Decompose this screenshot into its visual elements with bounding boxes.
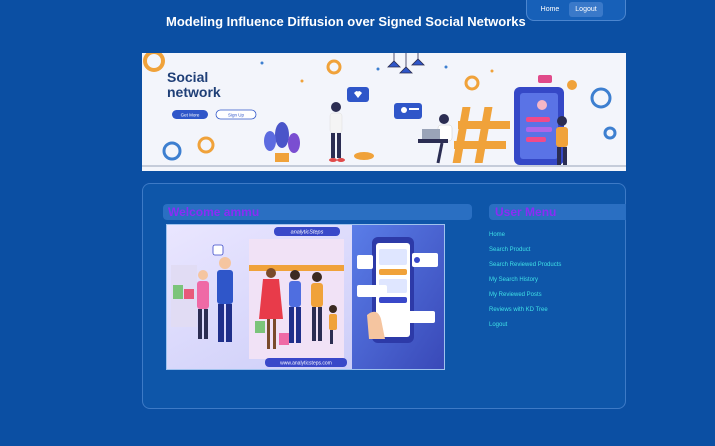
menu-link-logout[interactable]: Logout xyxy=(489,322,507,328)
feature-illustration: analyticSteps www.analyticsteps.com xyxy=(167,225,444,369)
menu-link-my-reviewed-posts[interactable]: My Reviewed Posts xyxy=(489,292,542,298)
chat-bubble-icon xyxy=(538,75,552,83)
welcome-bar: Welcome ammu xyxy=(163,204,472,220)
feature-url-text: www.analyticsteps.com xyxy=(280,361,332,367)
nav-home-link[interactable]: Home xyxy=(533,2,567,17)
feature-image: analyticSteps www.analyticsteps.com xyxy=(166,224,445,370)
rating-card-icon xyxy=(357,285,387,297)
menu-link-search-product[interactable]: Search Product xyxy=(489,247,530,253)
heart-icon xyxy=(347,87,369,102)
menu-item-kd-tree: Reviews with KD Tree xyxy=(489,302,561,317)
top-nav: Home Logout xyxy=(526,0,626,21)
menu-item-search-product: Search Product xyxy=(489,242,561,257)
banner-image: Social network Get More Sign Up xyxy=(142,53,626,171)
menu-item-logout: Logout xyxy=(489,317,561,332)
menu-link-reviews-kd-tree[interactable]: Reviews with KD Tree xyxy=(489,307,548,313)
banner-sign-up: Sign Up xyxy=(228,113,245,118)
user-menu-bar: User Menu xyxy=(489,204,626,220)
phone-illustration xyxy=(514,87,564,165)
nav-logout-link[interactable]: Logout xyxy=(569,2,603,17)
banner-illustration: Social network Get More Sign Up xyxy=(142,53,626,171)
site-title: Modeling Influence Diffusion over Signed… xyxy=(166,14,526,29)
price-tag-icon xyxy=(212,244,224,256)
user-menu-title: User Menu xyxy=(495,205,557,219)
profile-icon xyxy=(394,103,422,119)
emoji-icon xyxy=(567,80,577,90)
banner-heading-2: network xyxy=(167,84,221,100)
menu-item-search-history: My Search History xyxy=(489,272,561,287)
menu-item-home: Home xyxy=(489,227,561,242)
banner-heading-1: Social xyxy=(167,69,208,85)
banner-get-more: Get More xyxy=(181,113,200,118)
menu-link-home[interactable]: Home xyxy=(489,232,505,238)
menu-item-search-reviewed: Search Reviewed Products xyxy=(489,257,561,272)
menu-item-reviewed-posts: My Reviewed Posts xyxy=(489,287,561,302)
product-card-icon xyxy=(357,255,373,269)
feature-logo-text: analyticSteps xyxy=(291,230,324,236)
welcome-title: Welcome ammu xyxy=(168,205,260,219)
menu-link-my-search-history[interactable]: My Search History xyxy=(489,277,538,283)
user-menu-list: Home Search Product Search Reviewed Prod… xyxy=(489,227,561,332)
menu-link-search-reviewed-products[interactable]: Search Reviewed Products xyxy=(489,262,561,268)
